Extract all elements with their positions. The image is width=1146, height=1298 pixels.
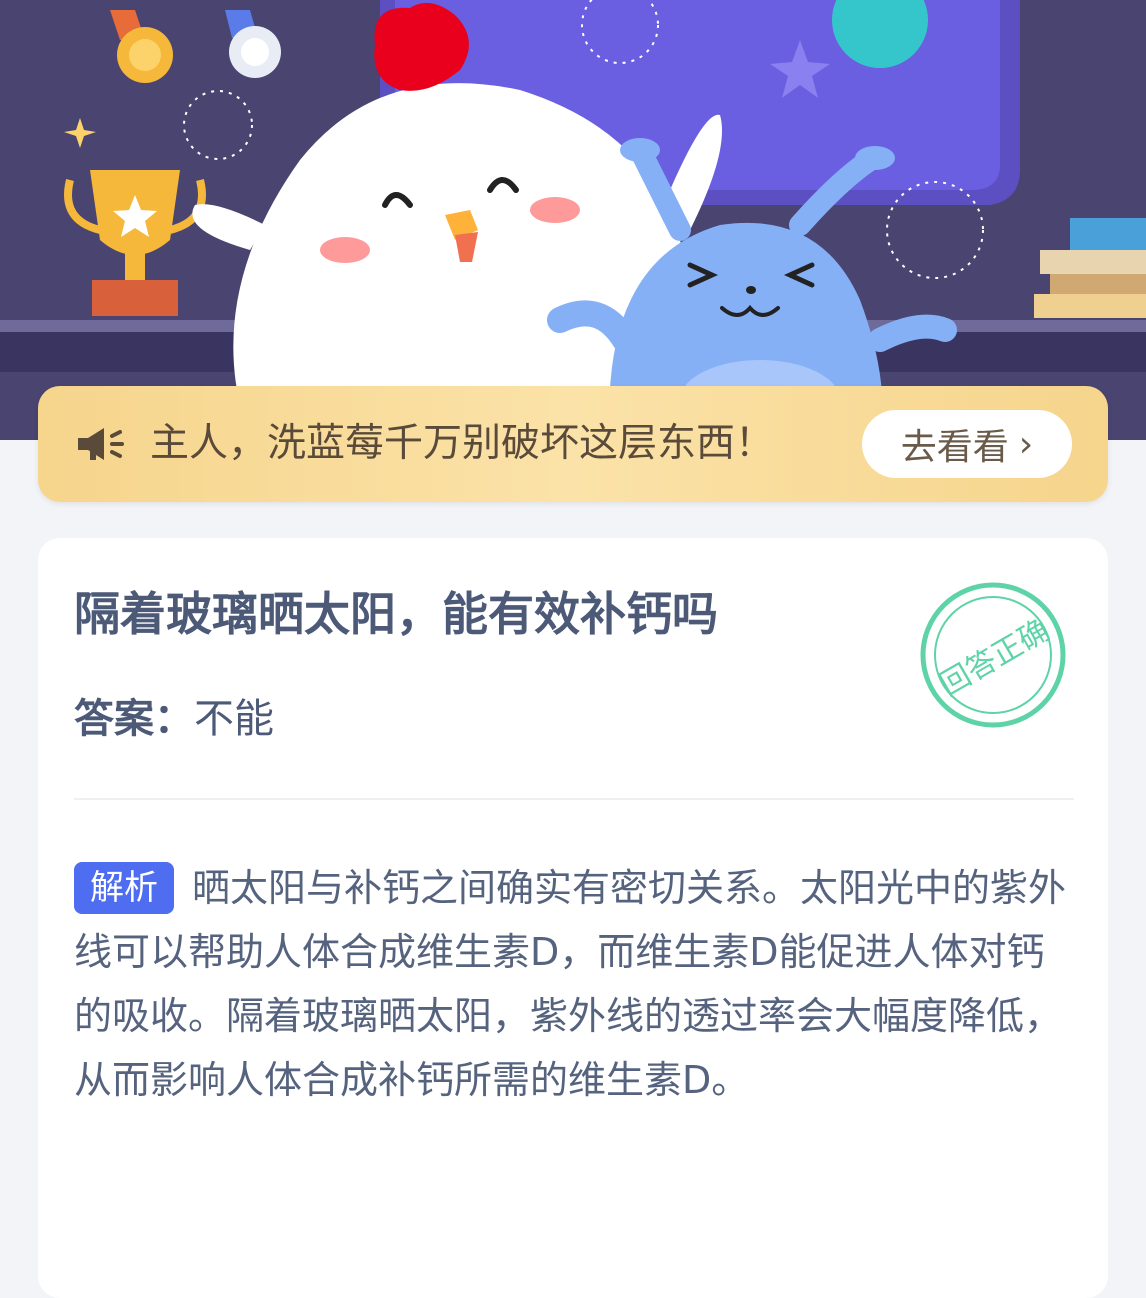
go-see-label: 去看看 <box>900 427 1009 468</box>
analysis-paragraph: 解析 晒太阳与补钙之间确实有密切关系。太阳光中的紫外线可以帮助人体合成维生素D，而… <box>74 856 1074 1112</box>
analysis-tag: 解析 <box>74 862 174 914</box>
notice-banner[interactable]: 主人，洗蓝莓千万别破坏这层东西！ 去看看 › <box>38 386 1108 502</box>
chevron-right-icon: › <box>1018 423 1034 465</box>
analysis-text: 晒太阳与补钙之间确实有密切关系。太阳光中的紫外线可以帮助人体合成维生素D，而维生… <box>74 866 1067 1102</box>
hero-illustration <box>0 0 1146 440</box>
answer-row: 答案：不能 <box>74 686 274 744</box>
question-title: 隔着玻璃晒太阳，能有效补钙吗 <box>74 587 718 641</box>
question-card: 隔着玻璃晒太阳，能有效补钙吗 答案：不能 回答正确 解析 晒太阳与补钙之间确实有密… <box>38 538 1108 1298</box>
stamp-text: 回答正确 <box>934 613 1055 703</box>
answer-label: 答案： <box>74 696 194 742</box>
megaphone-icon <box>78 428 124 460</box>
banner-text: 主人，洗蓝莓千万别破坏这层东西！ <box>150 421 775 466</box>
divider <box>74 798 1074 800</box>
correct-stamp-icon: 回答正确 <box>920 582 1066 728</box>
hero-scene <box>0 0 1146 440</box>
answer-value: 不能 <box>194 696 274 742</box>
go-see-button[interactable]: 去看看 › <box>862 410 1072 478</box>
